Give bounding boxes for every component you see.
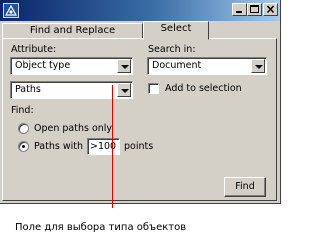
add-to-selection-label: Add to selection bbox=[165, 83, 242, 94]
minimize-icon bbox=[236, 11, 242, 13]
figure-caption: Поле для выбора типа объектов bbox=[15, 222, 187, 233]
attribute-select[interactable]: Object type bbox=[10, 57, 133, 75]
object-type-select-value: Paths bbox=[15, 84, 41, 95]
attribute-select-value: Object type bbox=[15, 60, 71, 71]
minimize-button[interactable] bbox=[232, 3, 247, 16]
close-button[interactable] bbox=[263, 3, 278, 16]
paths-with-label: Paths with bbox=[34, 141, 83, 152]
callout-line bbox=[112, 85, 113, 208]
chevron-down-icon[interactable] bbox=[251, 59, 265, 73]
tab-select[interactable]: Select bbox=[143, 21, 209, 40]
attribute-label: Attribute: bbox=[11, 44, 57, 55]
close-icon bbox=[266, 5, 275, 14]
open-paths-only-label: Open paths only bbox=[34, 123, 113, 134]
title-bar[interactable] bbox=[0, 0, 280, 21]
maximize-icon bbox=[250, 5, 259, 13]
search-in-label: Search in: bbox=[148, 44, 196, 55]
search-in-select-value: Document bbox=[152, 60, 202, 71]
app-icon bbox=[3, 3, 19, 18]
comparison-value-input[interactable]: >100 bbox=[87, 138, 120, 155]
paths-with-radio[interactable] bbox=[18, 141, 29, 152]
find-button[interactable]: Find bbox=[224, 177, 266, 197]
points-unit-label: points bbox=[124, 141, 154, 152]
open-paths-only-radio[interactable] bbox=[18, 123, 29, 134]
chevron-down-icon[interactable] bbox=[117, 83, 131, 97]
dialog-window: Find and Replace Select Attribute: Objec… bbox=[0, 0, 281, 204]
search-in-select[interactable]: Document bbox=[147, 57, 267, 75]
chevron-down-icon[interactable] bbox=[117, 59, 131, 73]
add-to-selection-checkbox[interactable] bbox=[148, 83, 159, 94]
maximize-button[interactable] bbox=[247, 3, 262, 16]
object-type-select[interactable]: Paths bbox=[10, 81, 133, 99]
find-label: Find: bbox=[11, 105, 34, 116]
tab-find-and-replace[interactable]: Find and Replace bbox=[2, 23, 143, 39]
